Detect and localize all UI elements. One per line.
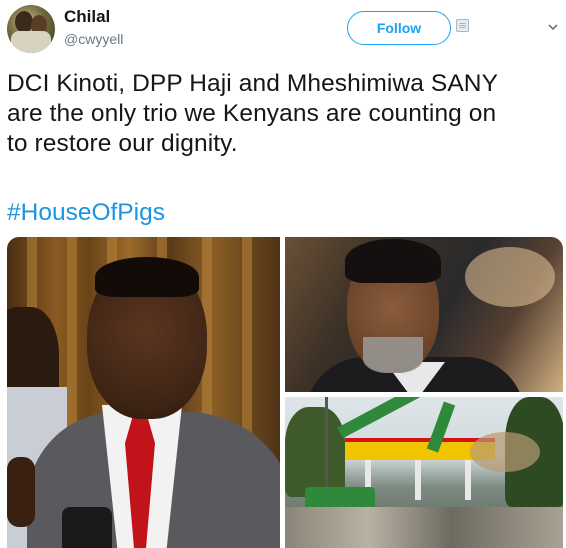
media-grid (7, 237, 563, 548)
tweet-text-line: DCI Kinoti, DPP Haji and Mheshimiwa SANY (7, 70, 499, 97)
follow-badge-icon (456, 19, 469, 32)
avatar[interactable] (7, 5, 55, 53)
tweet-text: DCI Kinoti, DPP Haji and Mheshimiwa SANY… (7, 69, 563, 159)
photo-speaker[interactable] (7, 237, 280, 548)
author-name[interactable]: Chilal (64, 7, 110, 27)
tweet-text-line: to restore our dignity. (7, 130, 238, 157)
tweet-text-line: are the only trio we Kenyans are countin… (7, 100, 497, 127)
hashtag-link[interactable]: #HouseOfPigs (7, 198, 165, 228)
follow-button[interactable]: Follow (347, 11, 451, 45)
author-handle[interactable]: @cwyyell (64, 31, 123, 47)
chevron-down-icon[interactable] (548, 22, 558, 32)
photo-demolition[interactable] (285, 397, 563, 548)
tweet-header: Chilal @cwyyell Follow (0, 0, 566, 60)
photo-portrait[interactable] (285, 237, 563, 392)
